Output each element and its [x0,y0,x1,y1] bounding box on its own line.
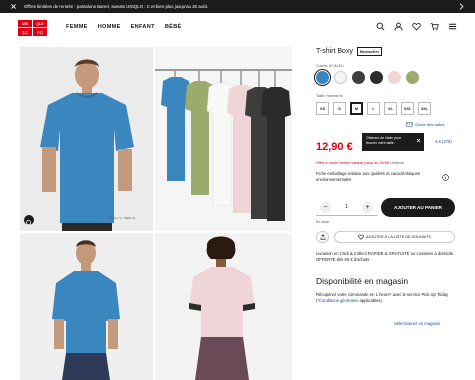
select-store-link[interactable]: Sélectionner un magasin [394,321,440,326]
promo-bar: Offres limitées de rentrée : pantalons B… [0,0,475,13]
stock-status: En stock [316,220,330,224]
store-availability-title: Disponibilité en magasin [316,276,409,286]
info-icon[interactable] [442,174,449,181]
menu-icon[interactable] [448,22,457,31]
product-price: 12,90 € [316,141,353,153]
product-image-model-alt[interactable] [20,233,153,380]
chevron-right-icon[interactable] [458,3,465,10]
size-help-tooltip: Obtenez de l'aide pour trouver votre tai… [362,133,424,151]
rating-value: 4,8 [435,139,441,144]
size-option-3xl[interactable]: 3XL [418,102,431,115]
eco-info-text[interactable]: Fiche emballage relative aux qualités et… [316,171,426,183]
product-rating[interactable]: 4,8 (376) [435,139,452,144]
product-image-model-front[interactable] [20,47,153,231]
ruler-icon [406,122,413,127]
color-swatch[interactable] [316,71,329,84]
size-option-l[interactable]: L [367,102,380,115]
size-option-xl[interactable]: XL [384,102,397,115]
store-availability-text: Récupérez votre commande en 1 heure* ave… [316,292,458,304]
delivery-info: Livraison en Click & Collect RAPIDE & GR… [316,251,454,262]
model-caption: 181 cm / L / Taille XL [108,216,136,220]
search-icon[interactable] [376,22,385,31]
size-guide-link[interactable]: Guide des tailles [406,122,445,127]
header-icons [376,22,457,31]
uniqlo-logo[interactable]: UNI QLO ユニ クロ [18,20,47,36]
main-nav: FEMME HOMME ENFANT BÉBÉ [66,24,182,30]
product-image-model-pink[interactable] [155,233,292,380]
site-header: UNI QLO ユニ クロ FEMME HOMME ENFANT BÉBÉ [0,13,475,43]
size-option-s[interactable]: S [333,102,346,115]
hanging-shirts-illustration [155,47,292,231]
logo-cell: クロ [33,28,47,36]
zoom-icon [26,220,32,226]
logo-cell: UNI [18,20,32,27]
tooltip-close-icon[interactable] [416,138,421,143]
model-illustration-alt [20,233,153,380]
close-icon[interactable] [10,3,17,10]
quantity-value[interactable]: 1 [345,204,348,210]
model-illustration [20,47,153,231]
heart-icon [358,234,364,240]
product-image-colors[interactable] [155,47,292,231]
limited-offer-text: Offre à durée limitée valable jusqu'au 3… [316,161,404,165]
color-swatch[interactable] [352,71,365,84]
terms-link[interactable]: Conditions générales [319,298,358,303]
color-swatch[interactable] [370,71,383,84]
size-option-m[interactable]: M [350,102,363,115]
quantity-stepper: − 1 + [316,199,377,216]
promo-text[interactable]: Offres limitées de rentrée : pantalons B… [24,4,208,9]
store-text-part2: applicables) [358,297,382,303]
logo-cell: ユニ [18,28,32,36]
model-illustration-pink [155,233,292,380]
zoom-button[interactable] [24,215,34,226]
cart-icon[interactable] [430,22,439,31]
unisex-label: Unisexe [390,161,404,165]
product-title: T-shirt Boxy [316,48,353,55]
tooltip-text: Obtenez de l'aide pour trouver votre tai… [366,136,402,145]
add-to-cart-button[interactable]: AJOUTER AU PANIER [381,198,455,217]
color-swatch[interactable] [406,71,419,84]
rating-count: (376) [442,139,452,144]
color-label: Coloris: 67 BLEU [316,64,344,68]
quantity-decrease-button[interactable]: − [320,201,331,213]
color-swatch[interactable] [388,71,401,84]
size-option-xxl[interactable]: XXL [401,102,414,115]
limited-offer-red: Offre à durée limitée valable jusqu'au 3… [316,161,390,165]
add-to-wishlist-button[interactable]: AJOUTER À LA LISTE DE SOUHAITS [334,231,455,243]
logo-cell: QLO [33,20,47,27]
bestseller-badge: Bestseller [357,47,383,56]
account-icon[interactable] [394,22,403,31]
size-option-xs[interactable]: XS [316,102,329,115]
nav-item-bebe[interactable]: BÉBÉ [165,24,182,30]
wishlist-label: AJOUTER À LA LISTE DE SOUHAITS [365,235,432,239]
nav-item-femme[interactable]: FEMME [66,24,88,30]
nav-item-enfant[interactable]: ENFANT [131,24,155,30]
size-guide-label: Guide des tailles [415,122,445,127]
share-button[interactable] [316,231,329,243]
color-swatch[interactable] [334,71,347,84]
quantity-increase-button[interactable]: + [362,201,373,213]
heart-icon[interactable] [412,22,421,31]
nav-item-homme[interactable]: HOMME [98,24,121,30]
share-icon [320,234,325,240]
size-label: Taille: Homme M [316,94,343,98]
